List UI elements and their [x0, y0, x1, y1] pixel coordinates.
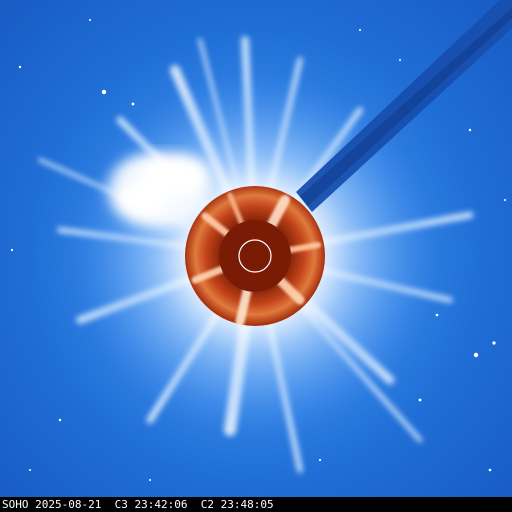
c2-label: C2 — [200, 498, 214, 511]
image-caption: SOHO 2025-08-21 C3 23:42:06 C2 23:48:05 — [0, 497, 512, 512]
observatory-label: SOHO — [2, 498, 29, 511]
c3-timestamp: 23:42:06 — [134, 498, 188, 511]
c2-disk — [185, 186, 325, 327]
c2-occulter — [219, 220, 291, 292]
c3-label: C3 — [114, 498, 128, 511]
observation-date: 2025-08-21 — [35, 498, 102, 511]
c2-timestamp: 23:48:05 — [220, 498, 274, 511]
coronagraph-image — [0, 0, 512, 512]
